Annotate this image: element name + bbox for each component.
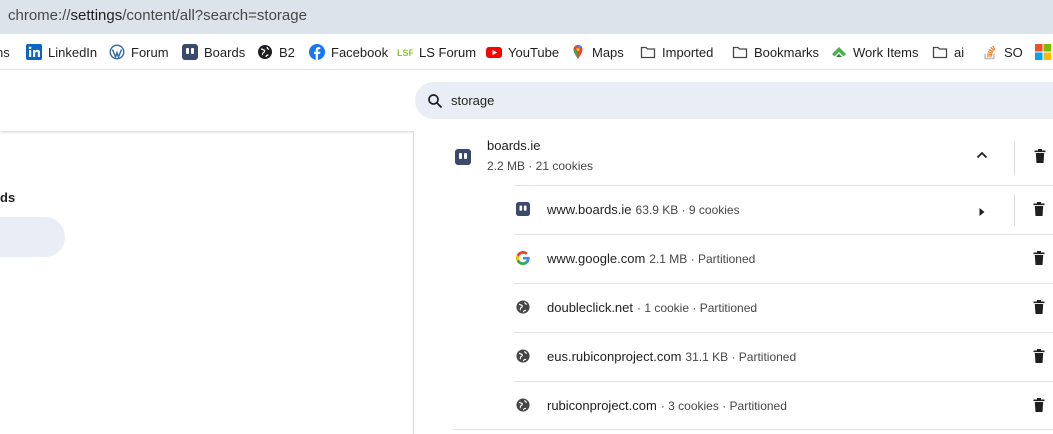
globe-icon — [516, 300, 530, 314]
divider — [1014, 194, 1015, 226]
delete-icon[interactable] — [1031, 397, 1047, 413]
delete-icon[interactable] — [1031, 250, 1047, 266]
row-meta: 2.1 MB · Partitioned — [649, 252, 756, 266]
settings-header — [0, 70, 1053, 131]
facebook-icon — [309, 44, 325, 60]
row-text: www.boards.ie 63.9 KB · 9 cookies — [547, 202, 740, 217]
chevron-up-icon[interactable] — [974, 147, 990, 163]
chevron-right-icon[interactable] — [978, 204, 986, 216]
bookmark-label: SO — [1004, 44, 1023, 60]
bookmark-label: ns — [0, 44, 10, 60]
bookmark-label: YouTube — [508, 44, 560, 60]
bookmark-boards[interactable]: Boards — [182, 42, 245, 62]
row-domain: eus.rubiconproject.com — [547, 349, 682, 364]
delete-icon[interactable] — [1032, 148, 1048, 164]
boards-icon — [182, 44, 198, 60]
row-text: doubleclick.net · 1 cookie · Partitioned — [547, 300, 757, 315]
bookmark-imported[interactable]: Imported — [640, 42, 713, 62]
divider — [453, 429, 1053, 430]
boards-icon — [455, 149, 471, 165]
nav-section-label: ds — [0, 190, 16, 205]
bookmark-label: B2 — [279, 44, 295, 60]
globe-icon — [257, 44, 273, 60]
linkedin-icon — [26, 44, 42, 60]
list-item[interactable]: eus.rubiconproject.com 31.1 KB · Partitio… — [514, 332, 1053, 381]
google-icon — [515, 250, 530, 266]
lsf-icon: LSF — [397, 44, 413, 60]
microsoft-icon — [1035, 44, 1051, 60]
bookmark-microsoft[interactable] — [1035, 42, 1051, 62]
bookmark-label: Imported — [662, 44, 714, 60]
row-domain: www.boards.ie — [547, 202, 632, 217]
settings-search-box[interactable] — [415, 82, 1053, 119]
bookmark-ai[interactable]: ai — [932, 42, 964, 62]
folder-icon — [732, 44, 748, 60]
row-meta: · 3 cookies · Partitioned — [660, 399, 787, 413]
bookmark-facebook[interactable]: Facebook — [309, 42, 388, 62]
bookmark-work-items[interactable]: Work Items — [831, 42, 919, 62]
bookmarks-bar: ns LinkedIn Forum Boards B2 Facebook LSF — [0, 34, 1053, 70]
list-item[interactable]: rubiconproject.com · 3 cookies · Partitio… — [514, 381, 1053, 430]
boards-icon — [516, 202, 530, 216]
globe-icon — [516, 398, 530, 412]
bookmark-label: Bookmarks — [754, 44, 820, 60]
url-host: settings — [70, 7, 123, 24]
bookmark-ls-forum[interactable]: LSF LS Forum — [397, 42, 476, 62]
list-item[interactable]: www.boards.ie 63.9 KB · 9 cookies — [514, 185, 1053, 234]
bookmark-label: Work Items — [853, 44, 919, 60]
row-meta: 63.9 KB · 9 cookies — [635, 203, 740, 217]
list-item[interactable]: www.google.com 2.1 MB · Partitioned — [514, 234, 1053, 283]
bookmark-ns[interactable]: ns — [0, 42, 10, 62]
delete-icon[interactable] — [1031, 348, 1047, 364]
row-text: www.google.com 2.1 MB · Partitioned — [547, 251, 755, 266]
maps-pin-icon — [570, 44, 586, 60]
globe-icon — [516, 349, 530, 363]
row-meta: 31.1 KB · Partitioned — [685, 350, 797, 364]
site-group-header[interactable]: boards.ie 2.2 MB · 21 cookies — [414, 131, 1053, 185]
url-text[interactable]: chrome://settings/content/all?search=sto… — [8, 7, 307, 24]
wordpress-icon — [109, 44, 125, 60]
bookmark-label: Boards — [204, 44, 246, 60]
list-item[interactable]: doubleclick.net · 1 cookie · Partitioned — [514, 283, 1053, 332]
bookmark-label: Maps — [592, 44, 624, 60]
row-domain: doubleclick.net — [547, 300, 633, 315]
svg-text:LSF: LSF — [397, 48, 413, 58]
row-text: eus.rubiconproject.com 31.1 KB · Partitio… — [547, 349, 796, 364]
row-text: rubiconproject.com · 3 cookies · Partitio… — [547, 398, 787, 413]
site-data-card: boards.ie 2.2 MB · 21 cookies www.boards… — [413, 131, 1053, 434]
folder-icon — [932, 44, 948, 60]
search-input[interactable] — [451, 93, 951, 108]
nav-item-selected[interactable] — [0, 217, 65, 257]
bookmark-linkedin[interactable]: LinkedIn — [26, 42, 97, 62]
bookmark-so[interactable]: SO — [982, 42, 1023, 62]
bookmark-maps[interactable]: Maps — [570, 42, 624, 62]
bookmark-b2[interactable]: B2 — [257, 42, 295, 62]
bookmark-label: ai — [954, 44, 965, 60]
divider — [1014, 141, 1015, 175]
address-bar[interactable]: chrome://settings/content/all?search=sto… — [0, 0, 1053, 34]
site-name: boards.ie — [487, 138, 541, 153]
bookmark-bookmarks[interactable]: Bookmarks — [732, 42, 819, 62]
url-scheme: chrome:// — [8, 7, 71, 24]
url-path: /content/all?search=storage — [122, 7, 307, 24]
youtube-icon — [486, 44, 502, 60]
delete-icon[interactable] — [1031, 299, 1047, 315]
site-meta: 2.2 MB · 21 cookies — [487, 159, 594, 173]
bookmark-label: LS Forum — [419, 44, 477, 60]
bookmark-youtube[interactable]: YouTube — [486, 42, 559, 62]
delete-icon[interactable] — [1031, 201, 1047, 217]
bookmark-label: Facebook — [331, 44, 389, 60]
bookmark-label: LinkedIn — [48, 44, 98, 60]
bookmark-label: Forum — [131, 44, 169, 60]
folder-icon — [640, 44, 656, 60]
row-domain: rubiconproject.com — [547, 398, 657, 413]
workitems-icon — [831, 44, 847, 60]
search-icon — [427, 93, 443, 109]
row-domain: www.google.com — [547, 251, 646, 266]
stackoverflow-icon — [982, 44, 998, 60]
bookmark-forum[interactable]: Forum — [109, 42, 169, 62]
row-meta: · 1 cookie · Partitioned — [637, 301, 758, 315]
